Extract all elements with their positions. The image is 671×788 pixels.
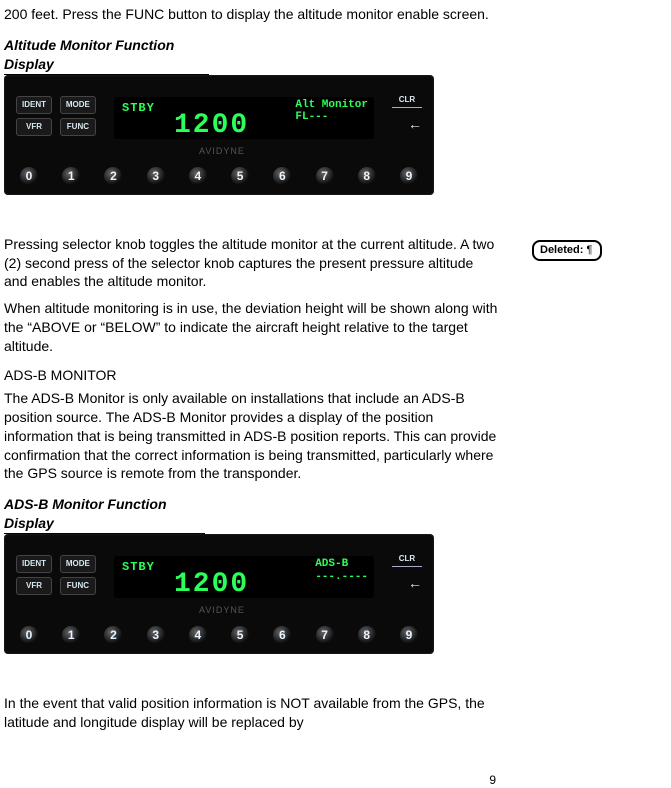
clr-button[interactable]: CLR [392,93,422,108]
digit-buttons-row: 0 1 2 3 4 5 6 7 8 9 [20,167,418,185]
paragraph-no-gps: In the event that valid position informa… [4,694,500,732]
paragraph-adsb-desc: The ADS-B Monitor is only available on i… [4,389,500,483]
transponder-device-2: IDENT MODE VFR FUNC STBY 1200 ADS-B ---.… [4,534,434,654]
revision-label: Deleted: [540,244,586,256]
mode-button[interactable]: MODE [60,96,96,114]
revision-mark: ¶ [586,244,592,256]
digit-8-button[interactable]: 8 [358,626,376,644]
device-brand: AVIDYNE [199,604,245,616]
display-stby: STBY [122,559,155,575]
ident-button[interactable]: IDENT [16,555,52,573]
vfr-button[interactable]: VFR [16,118,52,136]
display-code: 1200 [174,107,249,145]
vfr-button[interactable]: VFR [16,577,52,595]
display-code: 1200 [174,566,249,604]
digit-9-button[interactable]: 9 [400,626,418,644]
display-mode-text: Alt Monitor FL--- [295,99,368,124]
revision-connector-line [504,248,532,250]
digit-2-button[interactable]: 2 [104,167,122,185]
display-line1: Alt Monitor [295,99,368,111]
digit-4-button[interactable]: 4 [189,626,207,644]
digit-0-button[interactable]: 0 [20,167,38,185]
digit-9-button[interactable]: 9 [400,167,418,185]
digit-buttons-row: 0 1 2 3 4 5 6 7 8 9 [20,626,418,644]
mode-button[interactable]: MODE [60,555,96,573]
digit-8-button[interactable]: 8 [358,167,376,185]
digit-4-button[interactable]: 4 [189,167,207,185]
device-brand: AVIDYNE [199,145,245,157]
func-button[interactable]: FUNC [60,118,96,136]
digit-1-button[interactable]: 1 [62,626,80,644]
transponder-display: STBY 1200 ADS-B ---.---- [114,556,374,598]
display-stby: STBY [122,100,155,116]
ident-button[interactable]: IDENT [16,96,52,114]
digit-6-button[interactable]: 6 [273,626,291,644]
digit-3-button[interactable]: 3 [147,167,165,185]
digit-5-button[interactable]: 5 [231,626,249,644]
transponder-display: STBY 1200 Alt Monitor FL--- [114,97,374,139]
paragraph-selector-knob: Pressing selector knob toggles the altit… [4,235,500,292]
display-line2: ---.---- [315,571,368,583]
digit-7-button[interactable]: 7 [316,626,334,644]
digit-2-button[interactable]: 2 [104,626,122,644]
back-arrow-icon[interactable]: ← [408,574,422,593]
back-arrow-icon[interactable]: ← [408,115,422,134]
display-line2: FL--- [295,111,328,123]
caption-adsb-monitor: ADS-B Monitor Function Display [4,495,205,534]
func-button[interactable]: FUNC [60,577,96,595]
display-mode-text: ADS-B ---.---- [315,558,368,583]
transponder-device-1: IDENT MODE VFR FUNC STBY 1200 Alt Monito… [4,75,434,195]
paragraph-deviation: When altitude monitoring is in use, the … [4,299,500,356]
caption-altitude-monitor: Altitude Monitor Function Display [4,36,209,75]
revision-deleted-callout: Deleted: ¶ [532,240,602,261]
display-line1: ADS-B [315,558,348,570]
paragraph-intro: 200 feet. Press the FUNC button to displ… [4,5,500,24]
clr-button[interactable]: CLR [392,552,422,567]
digit-1-button[interactable]: 1 [62,167,80,185]
page-number: 9 [4,772,500,788]
heading-adsb-monitor: ADS-B MONITOR [4,366,500,385]
digit-7-button[interactable]: 7 [316,167,334,185]
digit-5-button[interactable]: 5 [231,167,249,185]
digit-0-button[interactable]: 0 [20,626,38,644]
digit-3-button[interactable]: 3 [147,626,165,644]
digit-6-button[interactable]: 6 [273,167,291,185]
